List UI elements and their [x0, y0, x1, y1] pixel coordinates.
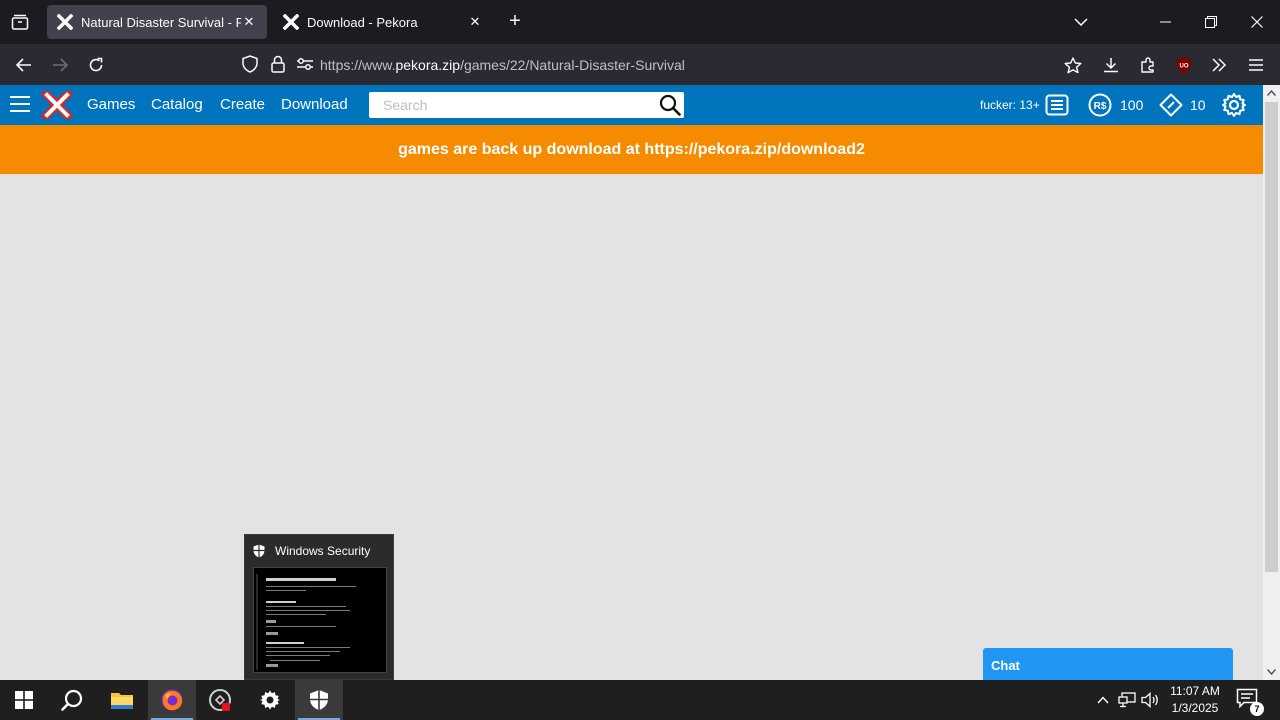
web-page: Games Catalog Create Download fucker: 13…: [0, 85, 1263, 680]
network-icon[interactable]: [1116, 690, 1138, 710]
clock-time: 11:07 AM: [1170, 684, 1220, 698]
tab-download-pekora[interactable]: Download - Pekora ✕: [273, 5, 493, 39]
firefox-icon[interactable]: [148, 680, 196, 720]
minimize-icon[interactable]: [1142, 0, 1188, 44]
ticket-icon: [1159, 93, 1183, 117]
preview-thumbnail[interactable]: [253, 567, 387, 673]
shield-icon: [253, 544, 265, 558]
volume-icon[interactable]: [1140, 690, 1162, 710]
tray-chevron-up-icon[interactable]: [1092, 690, 1114, 710]
messages-list-icon[interactable]: [1045, 85, 1069, 125]
username-age-label[interactable]: fucker: 13+: [980, 98, 1040, 112]
bookmark-star-icon[interactable]: [1058, 50, 1088, 80]
tab-natural-disaster-survival[interactable]: Natural Disaster Survival - Proje ✕: [47, 5, 267, 39]
browser-tab-strip: Natural Disaster Survival - Proje ✕ Down…: [0, 0, 1280, 44]
settings-gear-icon[interactable]: [1221, 85, 1247, 125]
url-text: https://www.pekora.zip/games/22/Natural-…: [320, 56, 685, 73]
preview-title: Windows Security: [253, 543, 370, 559]
svg-text:UO: UO: [1180, 64, 1189, 70]
tab-close-icon[interactable]: ✕: [241, 14, 257, 30]
site-search-box: [369, 92, 684, 118]
windows-start-icon[interactable]: [0, 680, 48, 720]
nav-create[interactable]: Create: [220, 85, 265, 125]
tracking-shield-icon[interactable]: [240, 54, 260, 74]
tickets-balance[interactable]: 10: [1159, 85, 1206, 125]
tab-list-button[interactable]: [0, 0, 40, 44]
tab-close-icon[interactable]: ✕: [467, 14, 483, 30]
overflow-chevrons-icon[interactable]: [1204, 50, 1234, 80]
pekora-logo-icon[interactable]: [42, 91, 72, 119]
windows-taskbar: 11:07 AM 1/3/2025 7: [0, 680, 1280, 720]
nav-catalog[interactable]: Catalog: [151, 85, 203, 125]
app-menu-icon[interactable]: [1241, 50, 1271, 80]
extensions-icon[interactable]: [1133, 50, 1163, 80]
nav-games[interactable]: Games: [87, 85, 135, 125]
robux-balance[interactable]: R$ 100: [1088, 85, 1143, 125]
new-tab-plus-icon[interactable]: +: [505, 11, 525, 33]
browser-nav-bar: https://www.pekora.zip/games/22/Natural-…: [0, 44, 1280, 85]
tab-list-icon: [11, 14, 29, 30]
search-icon[interactable]: [656, 92, 684, 118]
downloads-icon[interactable]: [1096, 50, 1126, 80]
forward-icon[interactable]: [45, 50, 75, 80]
preview-title-text: Windows Security: [275, 544, 371, 558]
clock-date: 1/3/2025: [1171, 701, 1219, 715]
notification-count-badge: 7: [1250, 702, 1264, 716]
svg-text:R$: R$: [1094, 101, 1107, 112]
pekora-favicon-icon: [57, 14, 73, 30]
site-search-input[interactable]: [381, 93, 656, 117]
taskbar-window-preview[interactable]: Windows Security: [244, 534, 394, 680]
scrollbar-thumb[interactable]: [1265, 102, 1278, 572]
lock-icon[interactable]: [268, 54, 288, 74]
announcement-banner: games are back up download at https://pe…: [0, 125, 1263, 174]
robux-icon: R$: [1088, 93, 1112, 117]
reload-icon[interactable]: [81, 50, 111, 80]
tab-overflow-chevron-down-icon[interactable]: [1058, 0, 1104, 44]
search-icon[interactable]: [48, 680, 96, 720]
tab-label: Download - Pekora: [307, 14, 418, 30]
nav-download[interactable]: Download: [281, 85, 348, 125]
notification-center-icon[interactable]: 7: [1236, 688, 1264, 716]
ublock-icon[interactable]: UO: [1169, 50, 1199, 80]
restore-icon[interactable]: [1188, 0, 1234, 44]
settings-gear-icon[interactable]: [246, 680, 294, 720]
hamburger-menu-icon[interactable]: [10, 96, 30, 114]
tickets-amount: 10: [1190, 97, 1206, 113]
windows-security-icon[interactable]: [295, 680, 343, 720]
scroll-up-arrow-icon[interactable]: [1263, 85, 1280, 101]
site-header: Games Catalog Create Download fucker: 13…: [0, 85, 1263, 125]
close-window-icon[interactable]: [1234, 0, 1280, 44]
page-scrollbar[interactable]: [1263, 85, 1280, 680]
back-icon[interactable]: [9, 50, 39, 80]
robux-amount: 100: [1120, 97, 1144, 113]
taskbar-clock[interactable]: 11:07 AM 1/3/2025: [1163, 683, 1227, 717]
roblox-studio-icon[interactable]: [196, 680, 244, 720]
url-bar[interactable]: https://www.pekora.zip/games/22/Natural-…: [310, 48, 1094, 81]
scroll-down-arrow-icon[interactable]: [1263, 664, 1280, 680]
chat-panel-header[interactable]: Chat: [983, 648, 1233, 680]
pekora-favicon-icon: [283, 14, 299, 30]
tab-label: Natural Disaster Survival - Proje: [81, 14, 241, 30]
file-explorer-icon[interactable]: [98, 680, 146, 720]
